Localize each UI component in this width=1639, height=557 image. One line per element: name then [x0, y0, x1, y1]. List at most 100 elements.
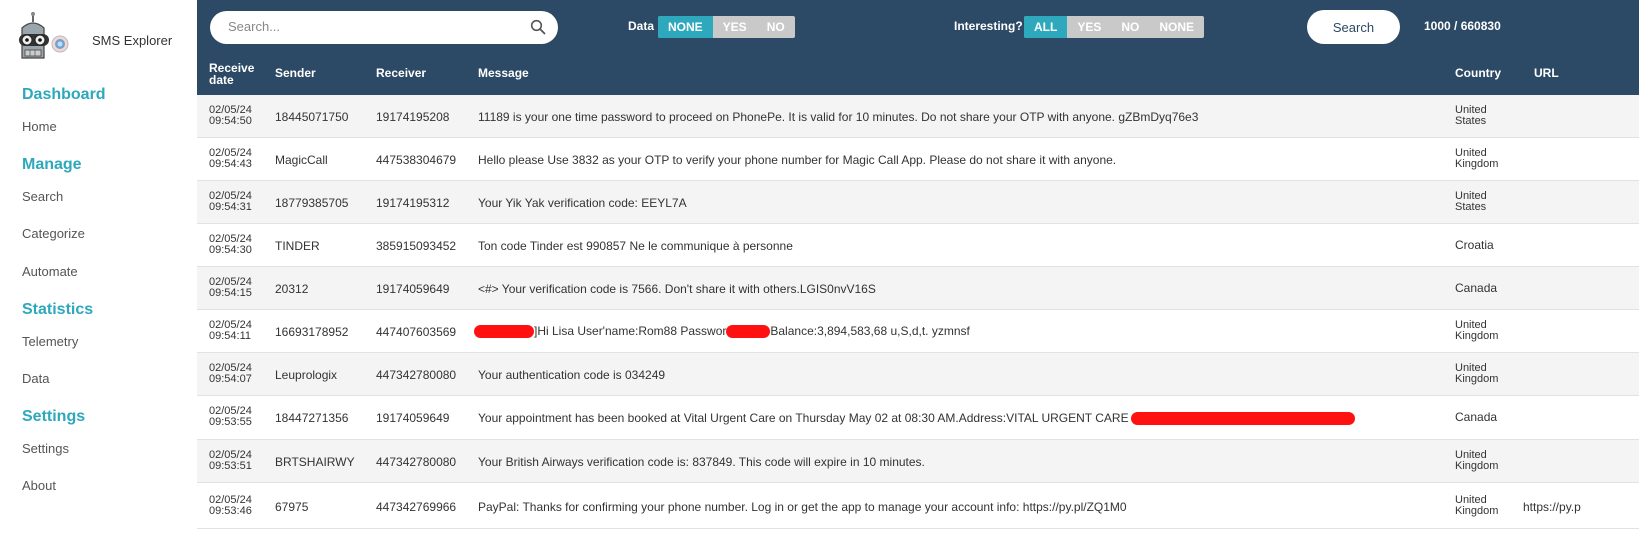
robot-logo-icon	[19, 12, 69, 59]
table-row[interactable]: 02/05/24 09:53:51 BRTSHAIRWY 447342780080…	[197, 440, 1639, 483]
interesting-filter-toggle: ALL YES NO NONE	[1024, 16, 1205, 38]
receive-date-cell: 02/05/24 09:54:11	[209, 319, 252, 342]
column-header-message[interactable]: Message	[478, 67, 529, 79]
nav-section-settings: Settings	[22, 408, 86, 425]
receiver-cell: 19174059649	[376, 282, 450, 296]
nav-item-automate[interactable]: Automate	[22, 264, 78, 279]
nav-section-dashboard: Dashboard	[22, 86, 106, 103]
redaction-mark	[726, 325, 771, 339]
table-row[interactable]: 02/05/24 09:54:11 16693178952 44740760356…	[197, 310, 1639, 353]
data-filter-no[interactable]: NO	[757, 16, 795, 38]
sender-cell: 18445071750	[275, 110, 349, 124]
nav-item-about[interactable]: About	[22, 478, 56, 493]
redaction-mark	[474, 325, 534, 339]
interesting-filter-all[interactable]: ALL	[1024, 16, 1068, 38]
interesting-filter-yes[interactable]: YES	[1067, 16, 1111, 38]
sender-cell: 20312	[275, 282, 309, 296]
search-input[interactable]	[228, 19, 518, 34]
interesting-filter-label: Interesting?	[954, 19, 1023, 33]
receiver-cell: 19174195208	[376, 110, 450, 124]
data-filter-none[interactable]: NONE	[658, 16, 713, 38]
table-row[interactable]: 02/05/24 09:54:31 18779385705 19174195312…	[197, 181, 1639, 224]
message-cell: <#> Your verification code is 7566. Don'…	[478, 282, 876, 296]
country-cell: Croatia	[1455, 238, 1494, 252]
search-icon[interactable]	[530, 19, 546, 35]
column-header-url[interactable]: URL	[1534, 67, 1559, 79]
receive-date-cell: 02/05/24 09:53:55	[209, 405, 252, 428]
table-row[interactable]: 02/05/24 09:53:55 18447271356 19174059649…	[197, 396, 1639, 440]
nav-item-categorize[interactable]: Categorize	[22, 226, 85, 241]
message-cell: Your Yik Yak verification code: EEYL7A	[478, 196, 687, 210]
receive-date-cell: 02/05/24 09:54:07	[209, 362, 252, 385]
receive-date-cell: 02/05/24 09:53:46	[209, 494, 252, 517]
table-row[interactable]: 02/05/24 09:54:50 18445071750 19174195208…	[197, 95, 1639, 138]
sender-cell: 18779385705	[275, 196, 349, 210]
receive-date-cell: 02/05/24 09:54:50	[209, 104, 252, 127]
column-header-receive-date[interactable]: Receive date	[209, 62, 261, 86]
interesting-filter-no[interactable]: NO	[1111, 16, 1149, 38]
table-row[interactable]: 02/05/24 09:54:15 20312 19174059649 <#> Y…	[197, 267, 1639, 310]
nav-item-data[interactable]: Data	[22, 371, 49, 386]
receive-date-cell: 02/05/24 09:54:15	[209, 276, 252, 299]
nav-item-settings[interactable]: Settings	[22, 441, 69, 456]
receiver-cell: 19174195312	[376, 196, 450, 210]
country-cell: United Kingdom	[1455, 449, 1499, 472]
country-cell: United Kingdom	[1455, 147, 1499, 170]
message-cell: 11189 is your one time password to proce…	[478, 110, 1199, 124]
message-cell: Your appointment has been booked at Vita…	[478, 411, 1355, 426]
redaction-mark	[1130, 412, 1355, 426]
receiver-cell: 19174059649	[376, 411, 450, 425]
sender-cell: TINDER	[275, 239, 320, 253]
message-cell: Your British Airways verification code i…	[478, 455, 925, 469]
receiver-cell: 385915093452	[376, 239, 457, 253]
table-row[interactable]: 02/05/24 09:54:43 MagicCall 447538304679 …	[197, 138, 1639, 181]
sidebar: SMS Explorer Dashboard Home Manage Searc…	[0, 0, 197, 557]
interesting-filter-none[interactable]: NONE	[1149, 16, 1204, 38]
search-box[interactable]	[210, 11, 558, 44]
country-cell: United States	[1455, 104, 1487, 127]
message-cell: Hello please Use 3832 as your OTP to ver…	[478, 153, 1117, 167]
search-button[interactable]: Search	[1307, 10, 1400, 44]
sender-cell: 16693178952	[275, 325, 349, 339]
top-bar: Data NONE YES NO Interesting? ALL YES NO…	[197, 0, 1639, 52]
data-filter-label: Data	[628, 19, 655, 33]
message-cell: ]Hi Lisa User'name:Rom88 Password: Balanc…	[474, 324, 970, 339]
sender-cell: 67975	[275, 500, 309, 514]
data-filter-yes[interactable]: YES	[713, 16, 757, 38]
sender-cell: MagicCall	[275, 153, 328, 167]
column-header-receiver[interactable]: Receiver	[376, 67, 426, 79]
brand[interactable]: SMS Explorer	[16, 12, 196, 68]
table-row[interactable]: 02/05/24 09:54:30 TINDER 385915093452 Ton…	[197, 224, 1639, 267]
message-cell: Your authentication code is 034249	[478, 368, 666, 382]
receive-date-cell: 02/05/24 09:54:30	[209, 233, 252, 256]
sender-cell: 18447271356	[275, 411, 349, 425]
table-header: Receive date Sender Receiver Message Cou…	[197, 52, 1639, 95]
receiver-cell: 447342780080	[376, 455, 457, 469]
nav-item-search[interactable]: Search	[22, 189, 63, 204]
nav-section-manage: Manage	[22, 156, 82, 173]
sender-cell: BRTSHAIRWY	[275, 455, 355, 469]
column-header-country[interactable]: Country	[1455, 67, 1501, 79]
country-cell: United Kingdom	[1455, 319, 1499, 342]
url-cell[interactable]: https://py.p	[1523, 500, 1581, 514]
country-cell: Canada	[1455, 281, 1498, 295]
receive-date-cell: 02/05/24 09:53:51	[209, 449, 252, 472]
country-cell: United Kingdom	[1455, 362, 1499, 385]
country-cell: United Kingdom	[1455, 494, 1499, 517]
nav-item-home[interactable]: Home	[22, 119, 57, 134]
receiver-cell: 447342780080	[376, 368, 457, 382]
data-filter-toggle: NONE YES NO	[658, 16, 795, 38]
nav-item-telemetry[interactable]: Telemetry	[22, 334, 78, 349]
receiver-cell: 447342769966	[376, 500, 457, 514]
receiver-cell: 447407603569	[376, 325, 457, 339]
table-row[interactable]: 02/05/24 09:54:07 Leuprologix 44734278008…	[197, 353, 1639, 396]
result-count: 1000 / 660830	[1424, 19, 1501, 33]
sender-cell: Leuprologix	[275, 368, 338, 382]
message-cell: PayPal: Thanks for confirming your phone…	[478, 500, 1127, 514]
table-row[interactable]: 02/05/24 09:53:46 67975 447342769966 PayP…	[197, 483, 1639, 529]
column-header-sender[interactable]: Sender	[275, 67, 316, 79]
receiver-cell: 447538304679	[376, 153, 457, 167]
message-cell: Ton code Tinder est 990857 Ne le communi…	[478, 239, 793, 253]
country-cell: Canada	[1455, 410, 1498, 424]
app-name: SMS Explorer	[92, 33, 173, 48]
